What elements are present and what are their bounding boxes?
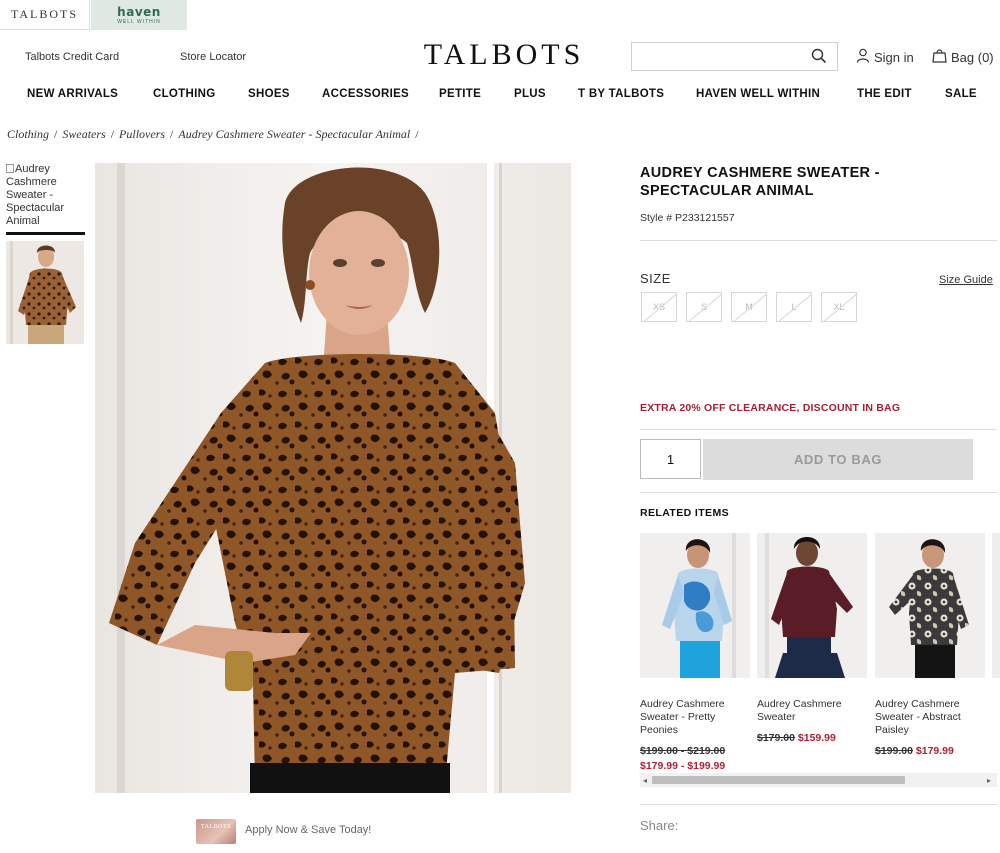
quantity-input[interactable]: 1 bbox=[640, 439, 701, 479]
size-option-xs[interactable]: XS bbox=[641, 292, 677, 322]
brand-tab-talbots[interactable]: TALBOTS bbox=[0, 0, 90, 30]
nav-plus[interactable]: PLUS bbox=[514, 88, 546, 100]
breadcrumb: Clothing / Sweaters / Pullovers / Audrey Cashm… bbox=[7, 127, 419, 141]
related-item-name[interactable]: Audrey Cashmere Sweater - Abstract Paisl… bbox=[875, 698, 985, 737]
talbots-logo[interactable]: TALBOTS bbox=[404, 38, 604, 72]
related-items-heading: RELATED ITEMS bbox=[640, 507, 730, 519]
breadcrumb-product[interactable]: Audrey Cashmere Sweater - Spectacular An… bbox=[178, 127, 410, 141]
nav-accessories[interactable]: ACCESSORIES bbox=[322, 88, 409, 100]
nav-clothing[interactable]: CLOTHING bbox=[153, 88, 215, 100]
thumbnail-alt-label: Audrey Cashmere Sweater - Spectacular An… bbox=[6, 163, 65, 227]
size-option-l[interactable]: L bbox=[776, 292, 812, 322]
related-item-sale-price: $179.99 bbox=[915, 745, 954, 757]
related-item-sale-price: $159.99 bbox=[797, 732, 836, 744]
search-icon[interactable] bbox=[811, 48, 827, 64]
brand-tab-haven[interactable]: haven WELL WITHIN bbox=[91, 0, 187, 30]
thumbnail-alt-text[interactable]: Audrey Cashmere Sweater - Spectacular An… bbox=[6, 163, 86, 228]
related-item[interactable]: Audrey Cashmere Sweater $179.00 $159.99 bbox=[757, 533, 867, 746]
divider bbox=[640, 429, 997, 430]
related-item-partial[interactable] bbox=[992, 533, 1000, 678]
size-label: SIZE bbox=[640, 271, 671, 286]
related-item-price: $179.00 $159.99 bbox=[757, 731, 867, 746]
size-option-xl[interactable]: XL bbox=[821, 292, 857, 322]
thumbnail-image[interactable] bbox=[6, 241, 84, 344]
bag-icon bbox=[932, 48, 947, 66]
nav-the-edit[interactable]: THE EDIT bbox=[857, 88, 912, 100]
credit-card-image[interactable]: TALBOTS bbox=[196, 819, 236, 844]
size-option-m[interactable]: M bbox=[731, 292, 767, 322]
main-nav: NEW ARRIVALS CLOTHING SHOES ACCESSORIES … bbox=[0, 88, 1000, 106]
broken-image-icon bbox=[6, 164, 14, 173]
scroll-right-arrow-icon[interactable]: ▸ bbox=[987, 776, 991, 785]
divider bbox=[640, 240, 997, 241]
related-item-image[interactable] bbox=[757, 533, 867, 678]
store-locator-link[interactable]: Store Locator bbox=[180, 51, 246, 63]
sign-in-link[interactable]: Sign in bbox=[856, 48, 914, 66]
related-item-original-price: $199.00 - $219.00 bbox=[640, 745, 726, 757]
breadcrumb-sweaters[interactable]: Sweaters bbox=[62, 127, 105, 141]
scrollbar-thumb[interactable] bbox=[652, 776, 905, 784]
search-input[interactable] bbox=[631, 42, 838, 71]
related-item-image[interactable] bbox=[640, 533, 750, 678]
scroll-left-arrow-icon[interactable]: ◂ bbox=[643, 776, 647, 785]
main-product-image[interactable] bbox=[95, 163, 571, 793]
related-item-sale-price: $179.99 - $199.99 bbox=[640, 760, 726, 772]
add-to-bag-button[interactable]: ADD TO BAG bbox=[703, 439, 973, 480]
related-item-image[interactable] bbox=[875, 533, 985, 678]
related-item[interactable]: Audrey Cashmere Sweater - Pretty Peonies… bbox=[640, 533, 750, 774]
divider bbox=[640, 804, 997, 805]
style-number: Style # P233121557 bbox=[640, 212, 735, 224]
divider bbox=[640, 492, 997, 493]
thumbnail-selected-indicator bbox=[6, 232, 85, 235]
promo-message: EXTRA 20% OFF CLEARANCE, DISCOUNT IN BAG bbox=[640, 402, 901, 414]
nav-new-arrivals[interactable]: NEW ARRIVALS bbox=[27, 88, 118, 100]
related-item-name[interactable]: Audrey Cashmere Sweater bbox=[757, 698, 867, 724]
user-icon bbox=[856, 48, 870, 66]
related-item-name[interactable]: Audrey Cashmere Sweater - Pretty Peonies bbox=[640, 698, 750, 737]
size-guide-link[interactable]: Size Guide bbox=[939, 274, 993, 286]
share-label: Share: bbox=[640, 818, 679, 833]
breadcrumb-pullovers[interactable]: Pullovers bbox=[119, 127, 165, 141]
haven-logo-text: haven bbox=[117, 4, 161, 19]
apply-now-link[interactable]: Apply Now & Save Today! bbox=[245, 824, 371, 836]
related-item[interactable]: Audrey Cashmere Sweater - Abstract Paisl… bbox=[875, 533, 985, 759]
nav-t-by-talbots[interactable]: T BY TALBOTS bbox=[578, 88, 664, 100]
related-item-price: $199.00 $179.99 bbox=[875, 744, 985, 759]
related-item-price: $199.00 - $219.00 $179.99 - $199.99 bbox=[640, 744, 750, 774]
product-title: AUDREY CASHMERE SWEATER - SPECTACULAR AN… bbox=[640, 165, 880, 199]
related-item-original-price: $199.00 bbox=[875, 745, 913, 757]
size-option-s[interactable]: S bbox=[686, 292, 722, 322]
sign-in-label: Sign in bbox=[874, 49, 914, 65]
nav-haven-well-within[interactable]: HAVEN WELL WITHIN bbox=[696, 88, 820, 100]
bag-link[interactable]: Bag (0) bbox=[932, 48, 994, 66]
breadcrumb-clothing[interactable]: Clothing bbox=[7, 127, 49, 141]
nav-shoes[interactable]: SHOES bbox=[248, 88, 290, 100]
nav-sale[interactable]: SALE bbox=[945, 88, 977, 100]
bag-label: Bag (0) bbox=[951, 49, 994, 65]
credit-card-link[interactable]: Talbots Credit Card bbox=[25, 51, 119, 63]
related-item-original-price: $179.00 bbox=[757, 732, 795, 744]
nav-petite[interactable]: PETITE bbox=[439, 88, 481, 100]
haven-logo-subtext: WELL WITHIN bbox=[117, 18, 161, 25]
